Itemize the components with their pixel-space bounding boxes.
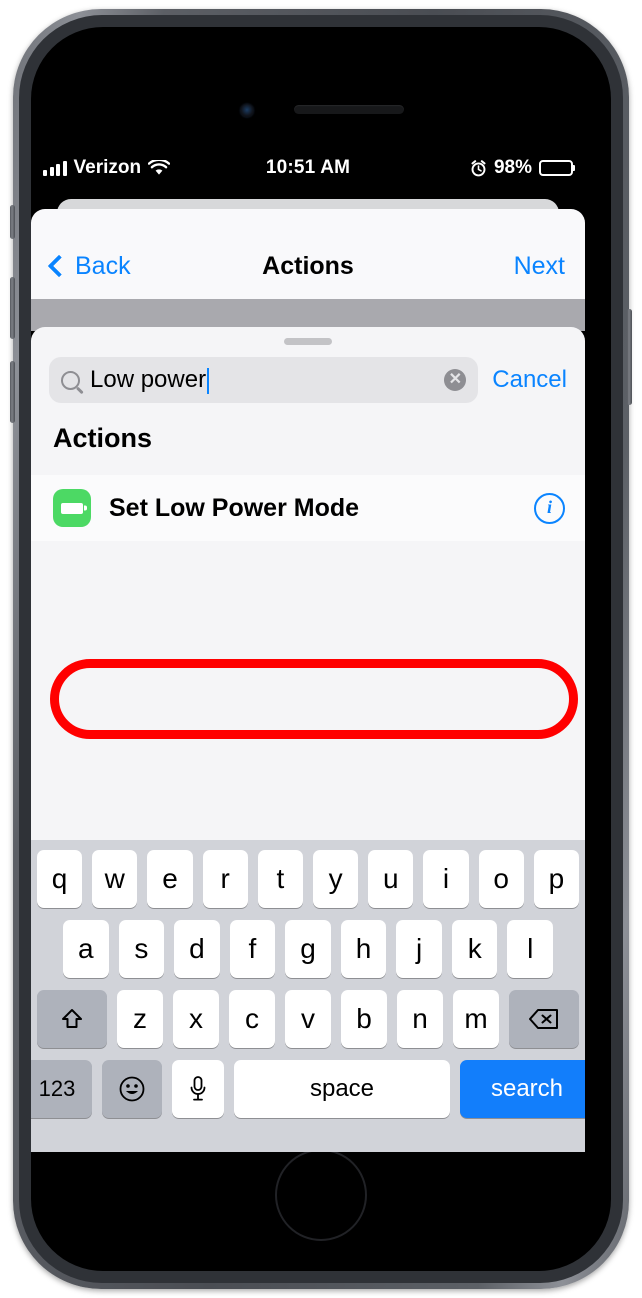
sheet-grabber-handle[interactable]: [284, 338, 332, 345]
key-w[interactable]: w: [92, 850, 138, 908]
keyboard-row-4: 123 space search: [31, 1060, 585, 1118]
key-e[interactable]: e: [147, 850, 193, 908]
navigation-card: Back Actions Next: [31, 209, 585, 299]
navigation-bar: Back Actions Next: [31, 233, 585, 299]
microphone-icon[interactable]: [172, 1060, 224, 1118]
key-u[interactable]: u: [368, 850, 414, 908]
list-item[interactable]: Set Low Power Mode i: [31, 475, 585, 541]
search-icon: [61, 370, 80, 390]
backspace-icon[interactable]: [509, 990, 579, 1048]
space-key[interactable]: space: [234, 1060, 450, 1118]
key-c[interactable]: c: [229, 990, 275, 1048]
key-b[interactable]: b: [341, 990, 387, 1048]
results-section-header: Actions: [53, 423, 153, 453]
key-l[interactable]: l: [507, 920, 554, 978]
home-button[interactable]: [275, 1149, 367, 1241]
info-circle-icon[interactable]: i: [534, 492, 565, 524]
front-camera-icon: [240, 104, 254, 117]
text-cursor: [207, 367, 210, 394]
back-button-label: Back: [75, 251, 131, 280]
key-v[interactable]: v: [285, 990, 331, 1048]
volume-down-button[interactable]: [10, 361, 15, 423]
numbers-key[interactable]: 123: [31, 1060, 92, 1118]
key-h[interactable]: h: [340, 920, 387, 978]
key-s[interactable]: s: [118, 920, 165, 978]
cancel-button[interactable]: Cancel: [492, 366, 567, 394]
key-r[interactable]: r: [202, 850, 248, 908]
shift-arrow-icon[interactable]: [37, 990, 107, 1048]
volume-up-button[interactable]: [10, 277, 15, 339]
phone-screen: Verizon 10:51 AM 98% Back Actions Next L…: [31, 141, 585, 1152]
onscreen-keyboard: q w e r t y u i o p a s d f g h j k l z …: [31, 840, 585, 1152]
search-input[interactable]: Low power ✕: [49, 357, 479, 403]
key-f[interactable]: f: [229, 920, 276, 978]
key-i[interactable]: i: [423, 850, 469, 908]
silent-switch[interactable]: [10, 205, 15, 239]
key-y[interactable]: y: [313, 850, 359, 908]
search-return-key[interactable]: search: [460, 1060, 585, 1118]
battery-icon: [53, 489, 91, 527]
key-m[interactable]: m: [453, 990, 499, 1048]
search-sheet: Low power ✕ Cancel Actions Set Low Power…: [31, 327, 585, 1152]
keyboard-row-1: q w e r t y u i o p: [31, 850, 585, 908]
key-t[interactable]: t: [257, 850, 303, 908]
list-item-label: Set Low Power Mode: [109, 493, 360, 522]
key-k[interactable]: k: [451, 920, 498, 978]
key-p[interactable]: p: [533, 850, 580, 908]
keyboard-row-3: z x c v b n m: [31, 990, 585, 1048]
key-n[interactable]: n: [397, 990, 443, 1048]
search-input-value: Low power: [90, 366, 434, 394]
battery-icon: [539, 160, 573, 176]
search-row: Low power ✕ Cancel: [31, 353, 585, 407]
status-bar: Verizon 10:51 AM 98%: [31, 153, 585, 183]
key-z[interactable]: z: [117, 990, 163, 1048]
emoji-smiley-icon[interactable]: [102, 1060, 162, 1118]
key-j[interactable]: j: [396, 920, 442, 978]
status-bar-right: 98%: [470, 153, 573, 183]
key-o[interactable]: o: [478, 850, 524, 908]
next-button[interactable]: Next: [514, 252, 565, 281]
back-button[interactable]: Back: [47, 251, 131, 281]
key-q[interactable]: q: [36, 850, 83, 908]
key-a[interactable]: a: [62, 920, 109, 978]
keyboard-row-2: a s d f g h j k l: [31, 920, 585, 978]
battery-percent-label: 98%: [493, 157, 532, 178]
key-d[interactable]: d: [174, 920, 220, 978]
clear-search-button[interactable]: ✕: [444, 369, 467, 391]
key-g[interactable]: g: [285, 920, 331, 978]
highlight-annotation: [50, 659, 578, 739]
earpiece-speaker: [294, 105, 404, 114]
chevron-left-icon: [47, 254, 71, 278]
power-button[interactable]: [627, 309, 632, 405]
results-list: Set Low Power Mode i: [31, 475, 585, 541]
key-x[interactable]: x: [173, 990, 219, 1048]
alarm-clock-icon: [470, 159, 487, 177]
